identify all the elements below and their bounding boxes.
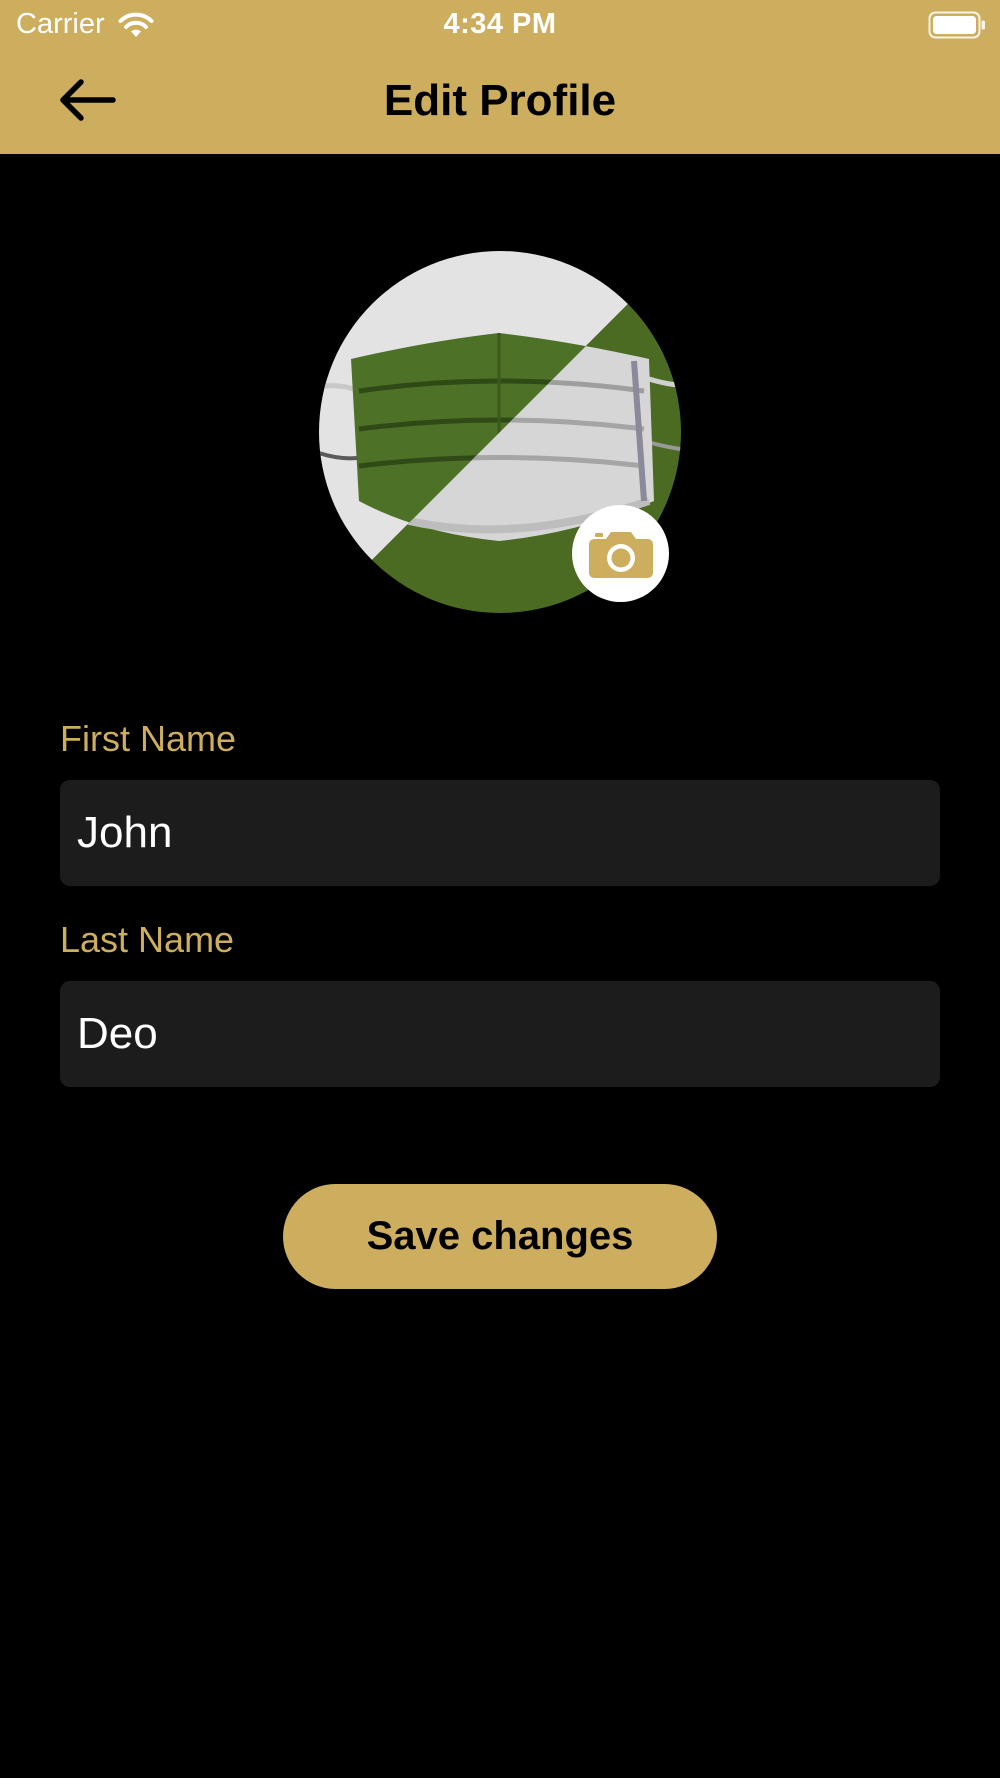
save-changes-button[interactable]: Save changes bbox=[283, 1184, 717, 1289]
first-name-label: First Name bbox=[60, 718, 237, 759]
last-name-input[interactable] bbox=[60, 981, 940, 1087]
last-name-field bbox=[60, 981, 940, 1087]
last-name-label: Last Name bbox=[60, 919, 235, 960]
status-time: 4:34 PM bbox=[443, 8, 557, 40]
top-bar: Carrier 4:34 PM Edit Profile bbox=[0, 0, 1000, 154]
navigation-bar: Edit Profile bbox=[0, 50, 1000, 154]
page-title: Edit Profile bbox=[383, 76, 617, 125]
change-photo-button[interactable] bbox=[572, 505, 669, 602]
battery-full-icon bbox=[928, 11, 985, 39]
status-bar: Carrier 4:34 PM bbox=[0, 0, 1000, 50]
first-name-field bbox=[60, 780, 940, 886]
camera-icon bbox=[588, 531, 653, 578]
edit-profile-screen: Carrier 4:34 PM Edit Profile First Name … bbox=[0, 0, 1000, 1778]
first-name-input[interactable] bbox=[60, 780, 940, 886]
